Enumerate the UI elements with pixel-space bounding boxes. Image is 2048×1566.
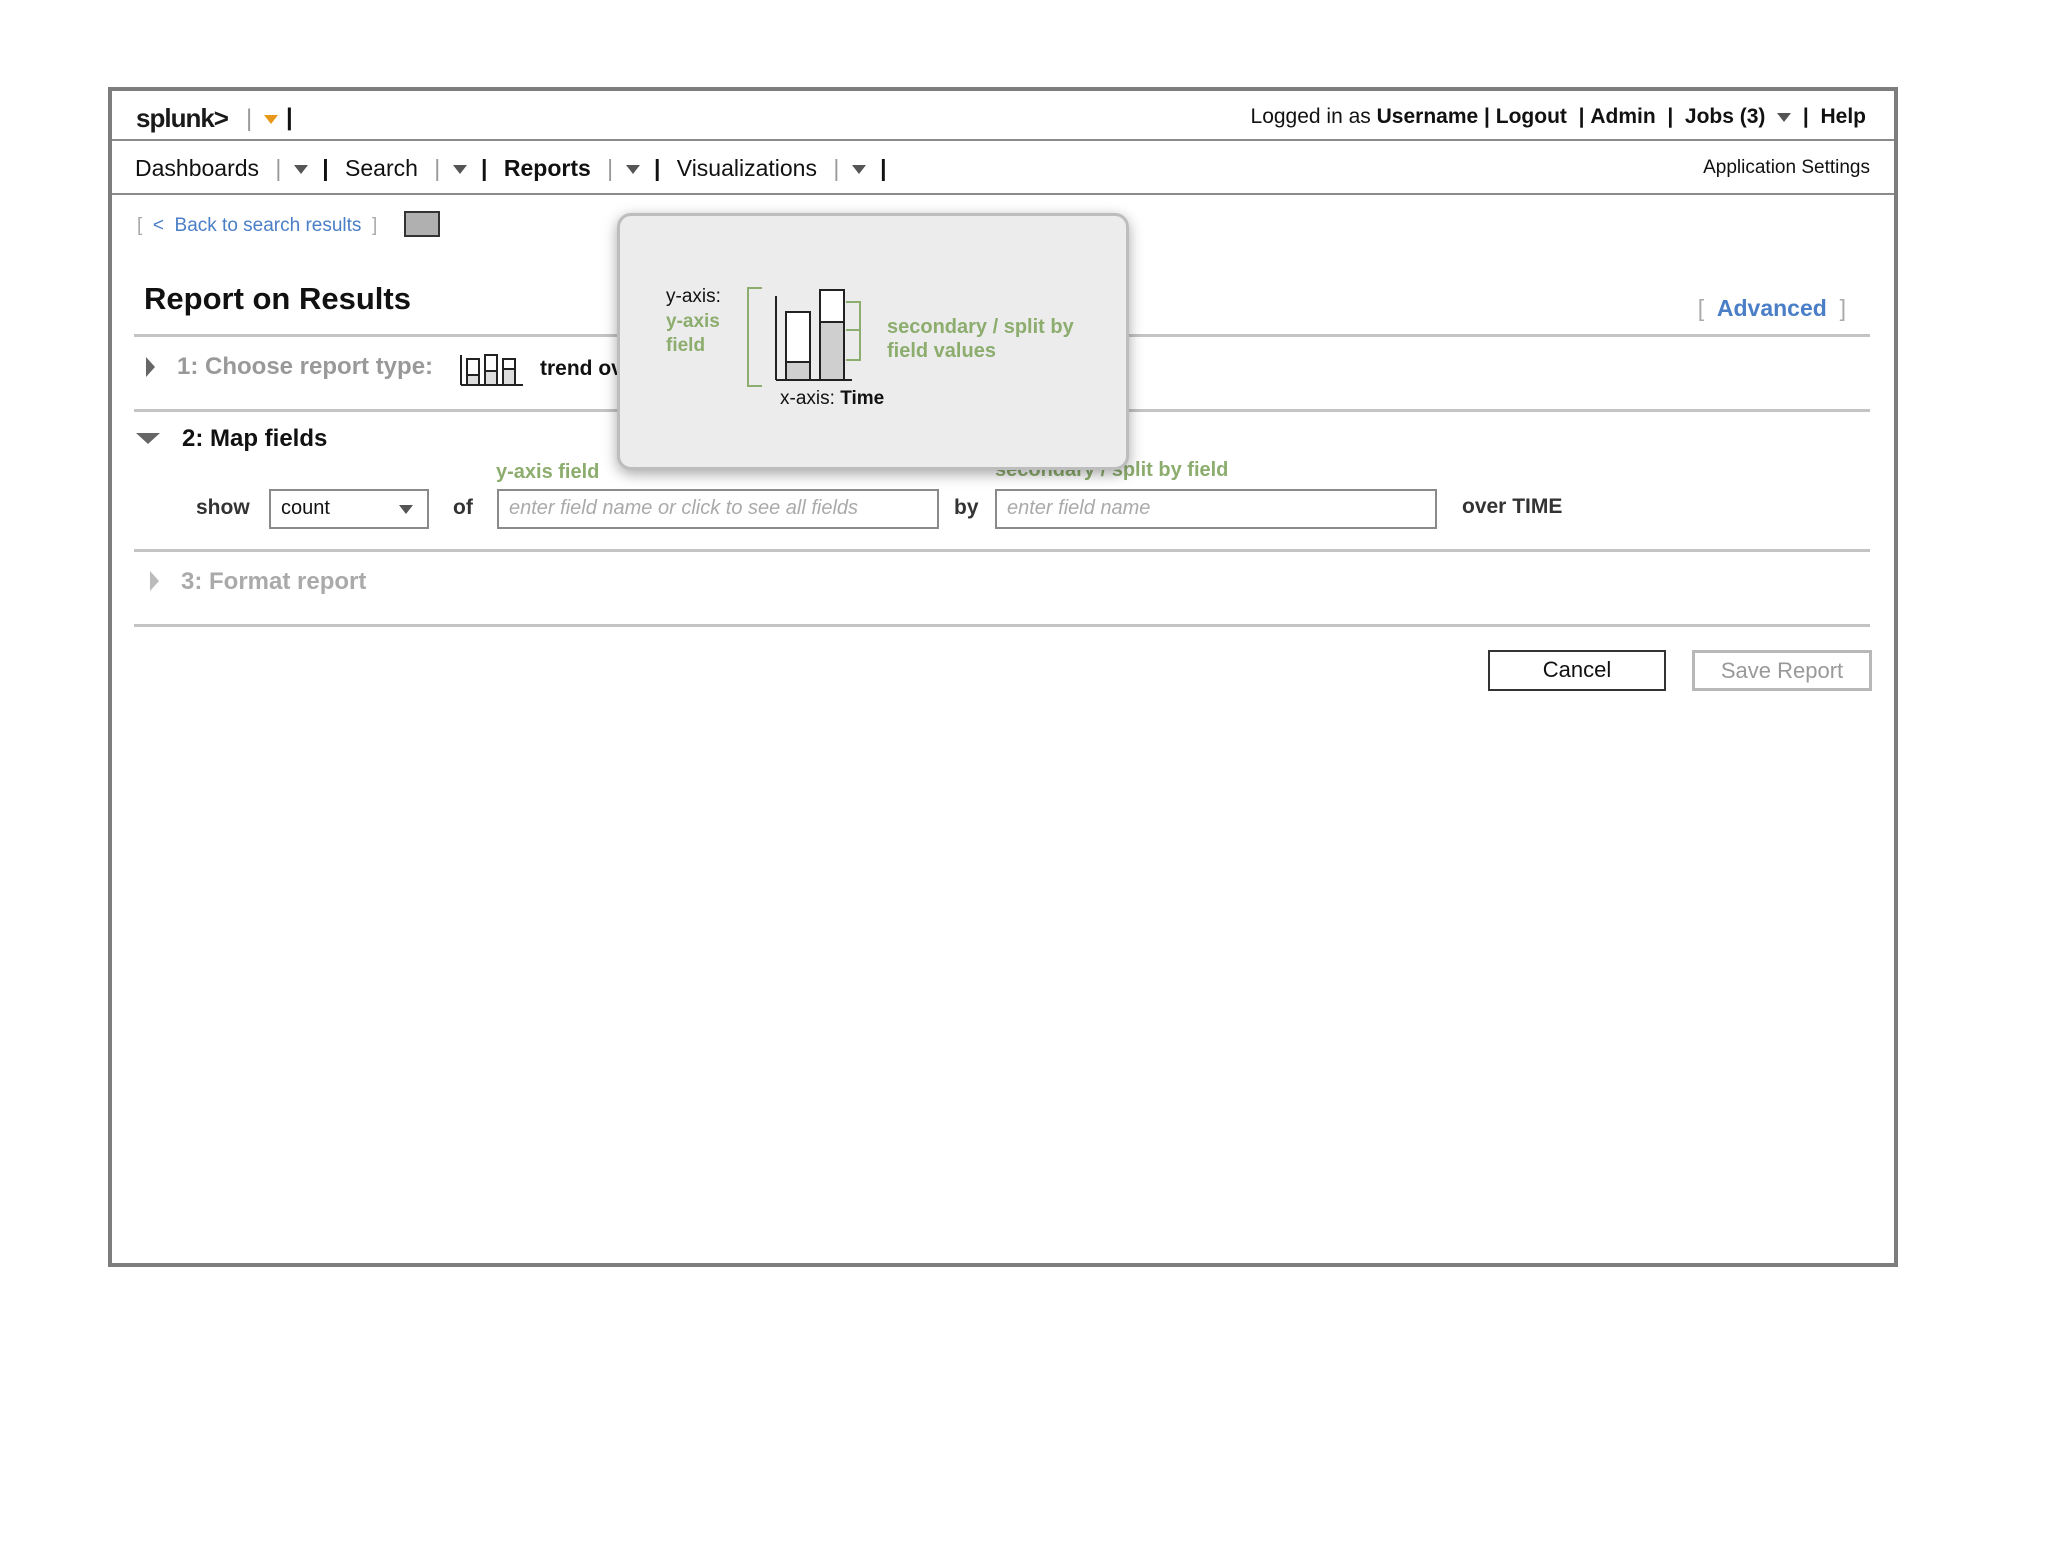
tooltip-xaxis-value: Time xyxy=(840,388,885,409)
header-separator: | xyxy=(246,105,253,132)
back-to-results[interactable]: [ < Back to search results ] xyxy=(137,215,377,237)
step3-label[interactable]: 3: Format report xyxy=(181,568,366,596)
report-type-tooltip: y-axis: y-axis field secondary / split b… xyxy=(617,213,1129,470)
app-menu-chevron-icon[interactable] xyxy=(264,115,278,124)
step1-label[interactable]: 1: Choose report type: xyxy=(177,353,433,381)
step1-value: trend ov xyxy=(540,357,623,380)
search-chevron-down-icon[interactable] xyxy=(452,165,467,175)
tooltip-yaxis-field-line1: y-axis xyxy=(666,311,720,332)
nav-item-visualizations[interactable]: Visualizations xyxy=(677,155,817,181)
dashboards-chevron-down-icon[interactable] xyxy=(293,165,308,175)
nav-item-reports[interactable]: Reports xyxy=(504,155,591,181)
show-label: show xyxy=(196,496,250,519)
nav-item-dashboards[interactable]: Dashboards xyxy=(135,155,259,181)
yaxis-field-input[interactable]: enter field name or click to see all fie… xyxy=(497,489,939,529)
over-time-label: over TIME xyxy=(1462,495,1563,518)
admin-link[interactable]: Admin xyxy=(1590,105,1655,128)
tooltip-split-bracket xyxy=(846,301,861,361)
by-label: by xyxy=(954,496,979,519)
tooltip-chart-diagram xyxy=(747,287,852,387)
tooltip-yaxis-field-line2: field xyxy=(666,335,706,356)
visualizations-chevron-down-icon[interactable] xyxy=(851,165,866,175)
step3-divider xyxy=(134,624,1870,627)
header-separator: | xyxy=(286,104,293,131)
tooltip-yaxis-label: y-axis: xyxy=(666,286,721,307)
logo-suffix: > xyxy=(213,103,229,133)
step1-expand-icon[interactable] xyxy=(146,357,155,377)
tooltip-xaxis-caption: x-axis: Time xyxy=(780,388,884,410)
reports-chevron-down-icon[interactable] xyxy=(625,165,640,175)
of-label: of xyxy=(453,496,473,519)
yaxis-field-caption: y-axis field xyxy=(496,461,600,483)
page-title: Report on Results xyxy=(144,281,411,316)
step3-expand-icon[interactable] xyxy=(150,571,159,591)
username-link[interactable]: Username xyxy=(1377,105,1479,128)
split-field-input[interactable]: enter field name xyxy=(995,489,1437,529)
tooltip-xaxis-prefix: x-axis: xyxy=(780,388,835,409)
step2-collapse-icon[interactable] xyxy=(136,433,160,444)
step2-label[interactable]: 2: Map fields xyxy=(182,425,327,453)
step2-divider xyxy=(134,549,1870,552)
help-link[interactable]: Help xyxy=(1820,105,1866,128)
save-report-button[interactable]: Save Report xyxy=(1692,650,1872,691)
splunk-logo[interactable]: splunk> xyxy=(136,103,229,134)
tooltip-secondary-line2: field values xyxy=(887,340,996,362)
advanced-link[interactable]: Advanced xyxy=(1717,295,1827,321)
logo-text: splunk xyxy=(136,103,215,133)
jobs-link[interactable]: Jobs (3) xyxy=(1685,105,1766,128)
nav-divider xyxy=(112,193,1894,195)
advanced-link-wrap[interactable]: [ Advanced ] xyxy=(1698,295,1846,322)
header-divider xyxy=(112,139,1894,141)
tooltip-secondary-line1: secondary / split by xyxy=(887,316,1074,338)
show-select-chevron-down-icon[interactable] xyxy=(399,505,413,514)
application-settings-link[interactable]: Application Settings xyxy=(1703,157,1870,179)
logout-link[interactable]: Logout xyxy=(1496,105,1567,128)
back-to-search-results-link[interactable]: Back to search results xyxy=(175,215,362,236)
column-chart-icon xyxy=(460,354,523,386)
cancel-button[interactable]: Cancel xyxy=(1488,650,1666,691)
nav-item-search[interactable]: Search xyxy=(345,155,418,181)
placeholder-thumbnail xyxy=(404,211,440,237)
user-bar: Logged in as Username | Logout | Admin |… xyxy=(1250,105,1866,128)
logged-in-prefix: Logged in as xyxy=(1250,105,1371,128)
show-select-value: count xyxy=(281,497,330,519)
back-arrow-icon: < xyxy=(152,215,164,236)
nav-bar: Dashboards | | Search | | Reports | | Vi… xyxy=(135,155,887,181)
show-select[interactable]: count xyxy=(269,489,429,529)
jobs-chevron-down-icon[interactable] xyxy=(1777,112,1792,122)
